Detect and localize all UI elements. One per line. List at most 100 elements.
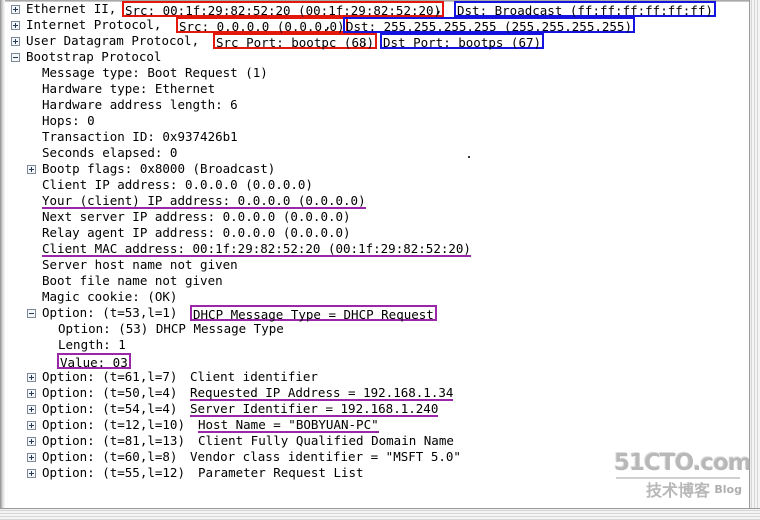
list-item[interactable]: Server host name not given — [6, 257, 748, 273]
bootp-field-label: Transaction ID: 0x937426b1 — [42, 129, 238, 144]
client-mac-underlined: Client MAC address: 00:1f:29:82:52:20 (0… — [42, 241, 471, 257]
bootp-field-label: Bootp flags: 0x8000 (Broadcast) — [42, 161, 276, 176]
tree-row-option-53[interactable]: Option: (t=53,l=1) DHCP Message Type = D… — [6, 305, 748, 322]
option-53-suboption: Option: (53) DHCP Message Type — [58, 321, 284, 336]
list-item[interactable]: Relay agent IP address: 0.0.0.0 (0.0.0.0… — [6, 225, 748, 241]
expander-plus-icon[interactable] — [27, 421, 36, 430]
tree-row-bootp[interactable]: Bootstrap Protocol — [6, 49, 748, 65]
option-prefix: Option: (t=55,l=12) — [42, 465, 193, 480]
bootp-field-label: Boot file name not given — [42, 273, 223, 288]
watermark: 51CTO.com 技术博客 Blog — [614, 450, 752, 506]
bootp-field-label: Seconds elapsed: 0 — [42, 145, 178, 160]
ethernet-src-highlight: Src: 00:1f:29:82:52:20 (00:1f:29:82:52:2… — [122, 1, 445, 18]
list-item[interactable]: Hardware type: Ethernet — [6, 81, 748, 97]
list-item-highlighted[interactable]: Client MAC address: 00:1f:29:82:52:20 (0… — [6, 241, 748, 257]
tree-row-option[interactable]: Option: (t=61,l=7) Client identifier — [6, 369, 748, 385]
option-value-underlined: Host Name = "BOBYUAN-PC" — [198, 417, 379, 433]
expander-minus-icon[interactable] — [11, 53, 20, 62]
watermark-rule — [616, 477, 740, 479]
list-item[interactable]: Message type: Boot Request (1) — [6, 65, 748, 81]
pane-left-edge — [0, 0, 5, 520]
tree-row-udp[interactable]: User Datagram Protocol, Src Port: bootpc… — [6, 33, 748, 50]
udp-dst-highlight: Dst Port: bootps (67) — [380, 33, 545, 50]
tree-row-ip[interactable]: Internet Protocol, Src: 0.0.0.0 (0.0.0.0… — [6, 17, 748, 34]
vertical-scrollbar-trough[interactable] — [751, 0, 760, 508]
option-prefix: Option: (t=12,l=10) — [42, 417, 193, 432]
ip-prefix-label: Internet Protocol, — [26, 17, 169, 32]
vertical-scrollbar[interactable] — [749, 0, 760, 508]
tree-row-bootp-flags[interactable]: Bootp flags: 0x8000 (Broadcast) — [6, 161, 748, 177]
list-item[interactable]: Magic cookie: (OK) — [6, 289, 748, 305]
expander-plus-icon[interactable] — [27, 453, 36, 462]
bootp-field-label: Magic cookie: (OK) — [42, 289, 178, 304]
watermark-site: 51CTO.com — [614, 450, 752, 476]
option-53-length: Length: 1 — [58, 337, 126, 352]
expander-plus-icon[interactable] — [27, 405, 36, 414]
expander-minus-icon[interactable] — [27, 309, 36, 318]
ip-dst-highlight: Dst: 255.255.255.255 (255.255.255.255) — [343, 17, 635, 34]
bootp-field-label: Server host name not given — [42, 257, 238, 272]
udp-separator: , — [361, 33, 377, 48]
list-item[interactable]: Hops: 0 — [6, 113, 748, 129]
list-item[interactable]: Seconds elapsed: 0 — [6, 145, 748, 161]
protocol-tree[interactable]: Ethernet II, Src: 00:1f:29:82:52:20 (00:… — [6, 1, 748, 506]
your-client-ip-underlined: Your (client) IP address: 0.0.0.0 (0.0.0… — [42, 193, 366, 209]
option-prefix: Option: (t=61,l=7) — [42, 369, 185, 384]
expander-plus-icon[interactable] — [27, 437, 36, 446]
list-item[interactable]: Client IP address: 0.0.0.0 (0.0.0.0) — [6, 177, 748, 193]
option-value: Client Fully Qualified Domain Name — [198, 433, 454, 448]
list-item[interactable]: Length: 1 — [6, 337, 748, 353]
option-prefix: Option: (t=50,l=4) — [42, 385, 185, 400]
watermark-blog: Blog — [714, 483, 742, 496]
udp-prefix-label: User Datagram Protocol, — [26, 33, 207, 48]
option-53-prefix: Option: (t=53,l=1) — [42, 305, 185, 320]
option-prefix: Option: (t=60,l=8) — [42, 449, 185, 464]
udp-src-highlight: Src Port: bootpc (68) — [213, 33, 378, 50]
list-item[interactable]: Boot file name not given — [6, 273, 748, 289]
expander-plus-icon[interactable] — [27, 469, 36, 478]
bootp-label: Bootstrap Protocol — [26, 49, 162, 64]
bootp-field-label: Hardware address length: 6 — [42, 97, 238, 112]
bootp-field-label: Client IP address: 0.0.0.0 (0.0.0.0) — [42, 177, 313, 192]
expander-plus-icon[interactable] — [27, 373, 36, 382]
option-value-underlined: Requested IP Address = 192.168.1.34 — [190, 385, 454, 401]
bootp-field-label: Hardware type: Ethernet — [42, 81, 216, 96]
tree-row-option[interactable]: Option: (t=81,l=13) Client Fully Qualifi… — [6, 433, 748, 449]
list-item[interactable]: Hardware address length: 6 — [6, 97, 748, 113]
ethernet-separator: , — [435, 1, 451, 16]
expander-plus-icon[interactable] — [11, 5, 20, 14]
packet-details-pane: Ethernet II, Src: 00:1f:29:82:52:20 (00:… — [0, 0, 760, 520]
ethernet-dst-highlight: Dst: Broadcast (ff:ff:ff:ff:ff:ff) — [454, 1, 716, 18]
option-value: Parameter Request List — [198, 465, 364, 480]
image-speck — [468, 156, 470, 158]
horizontal-scrollbar[interactable] — [0, 508, 760, 520]
tree-row-ethernet[interactable]: Ethernet II, Src: 00:1f:29:82:52:20 (00:… — [6, 1, 748, 18]
bootp-field-label: Relay agent IP address: 0.0.0.0 (0.0.0.0… — [42, 225, 351, 240]
option-53-value-highlight: Value: 03 — [57, 353, 131, 370]
list-item-highlighted[interactable]: Value: 03 — [6, 353, 748, 370]
bootp-field-label: Hops: 0 — [42, 113, 95, 128]
watermark-tagline: 技术博客 — [645, 481, 710, 500]
dhcp-message-type-highlight: DHCP Message Type = DHCP Request — [190, 305, 437, 322]
list-item[interactable]: Option: (53) DHCP Message Type — [6, 321, 748, 337]
tree-row-option[interactable]: Option: (t=12,l=10) Host Name = "BOBYUAN… — [6, 417, 748, 433]
watermark-tagline-wrap: 技术博客 Blog — [614, 481, 742, 501]
expander-plus-icon[interactable] — [27, 165, 36, 174]
list-item[interactable]: Transaction ID: 0x937426b1 — [6, 129, 748, 145]
tree-row-option[interactable]: Option: (t=54,l=4) Server Identifier = 1… — [6, 401, 748, 417]
ethernet-prefix-label: Ethernet II, — [26, 1, 124, 16]
expander-plus-icon[interactable] — [27, 389, 36, 398]
horizontal-scrollbar-trough[interactable] — [0, 510, 760, 520]
bootp-field-label: Next server IP address: 0.0.0.0 (0.0.0.0… — [42, 209, 351, 224]
list-item[interactable]: Next server IP address: 0.0.0.0 (0.0.0.0… — [6, 209, 748, 225]
option-prefix: Option: (t=81,l=13) — [42, 433, 193, 448]
option-prefix: Option: (t=54,l=4) — [42, 401, 185, 416]
ip-separator: , — [324, 17, 340, 32]
ip-src-highlight: Src: 0.0.0.0 (0.0.0.0) — [176, 17, 348, 34]
option-value: Client identifier — [190, 369, 318, 384]
list-item-highlighted[interactable]: Your (client) IP address: 0.0.0.0 (0.0.0… — [6, 193, 748, 209]
expander-plus-icon[interactable] — [11, 21, 20, 30]
expander-plus-icon[interactable] — [11, 37, 20, 46]
tree-row-option[interactable]: Option: (t=50,l=4) Requested IP Address … — [6, 385, 748, 401]
option-value-underlined: Server Identifier = 192.168.1.240 — [190, 401, 439, 417]
